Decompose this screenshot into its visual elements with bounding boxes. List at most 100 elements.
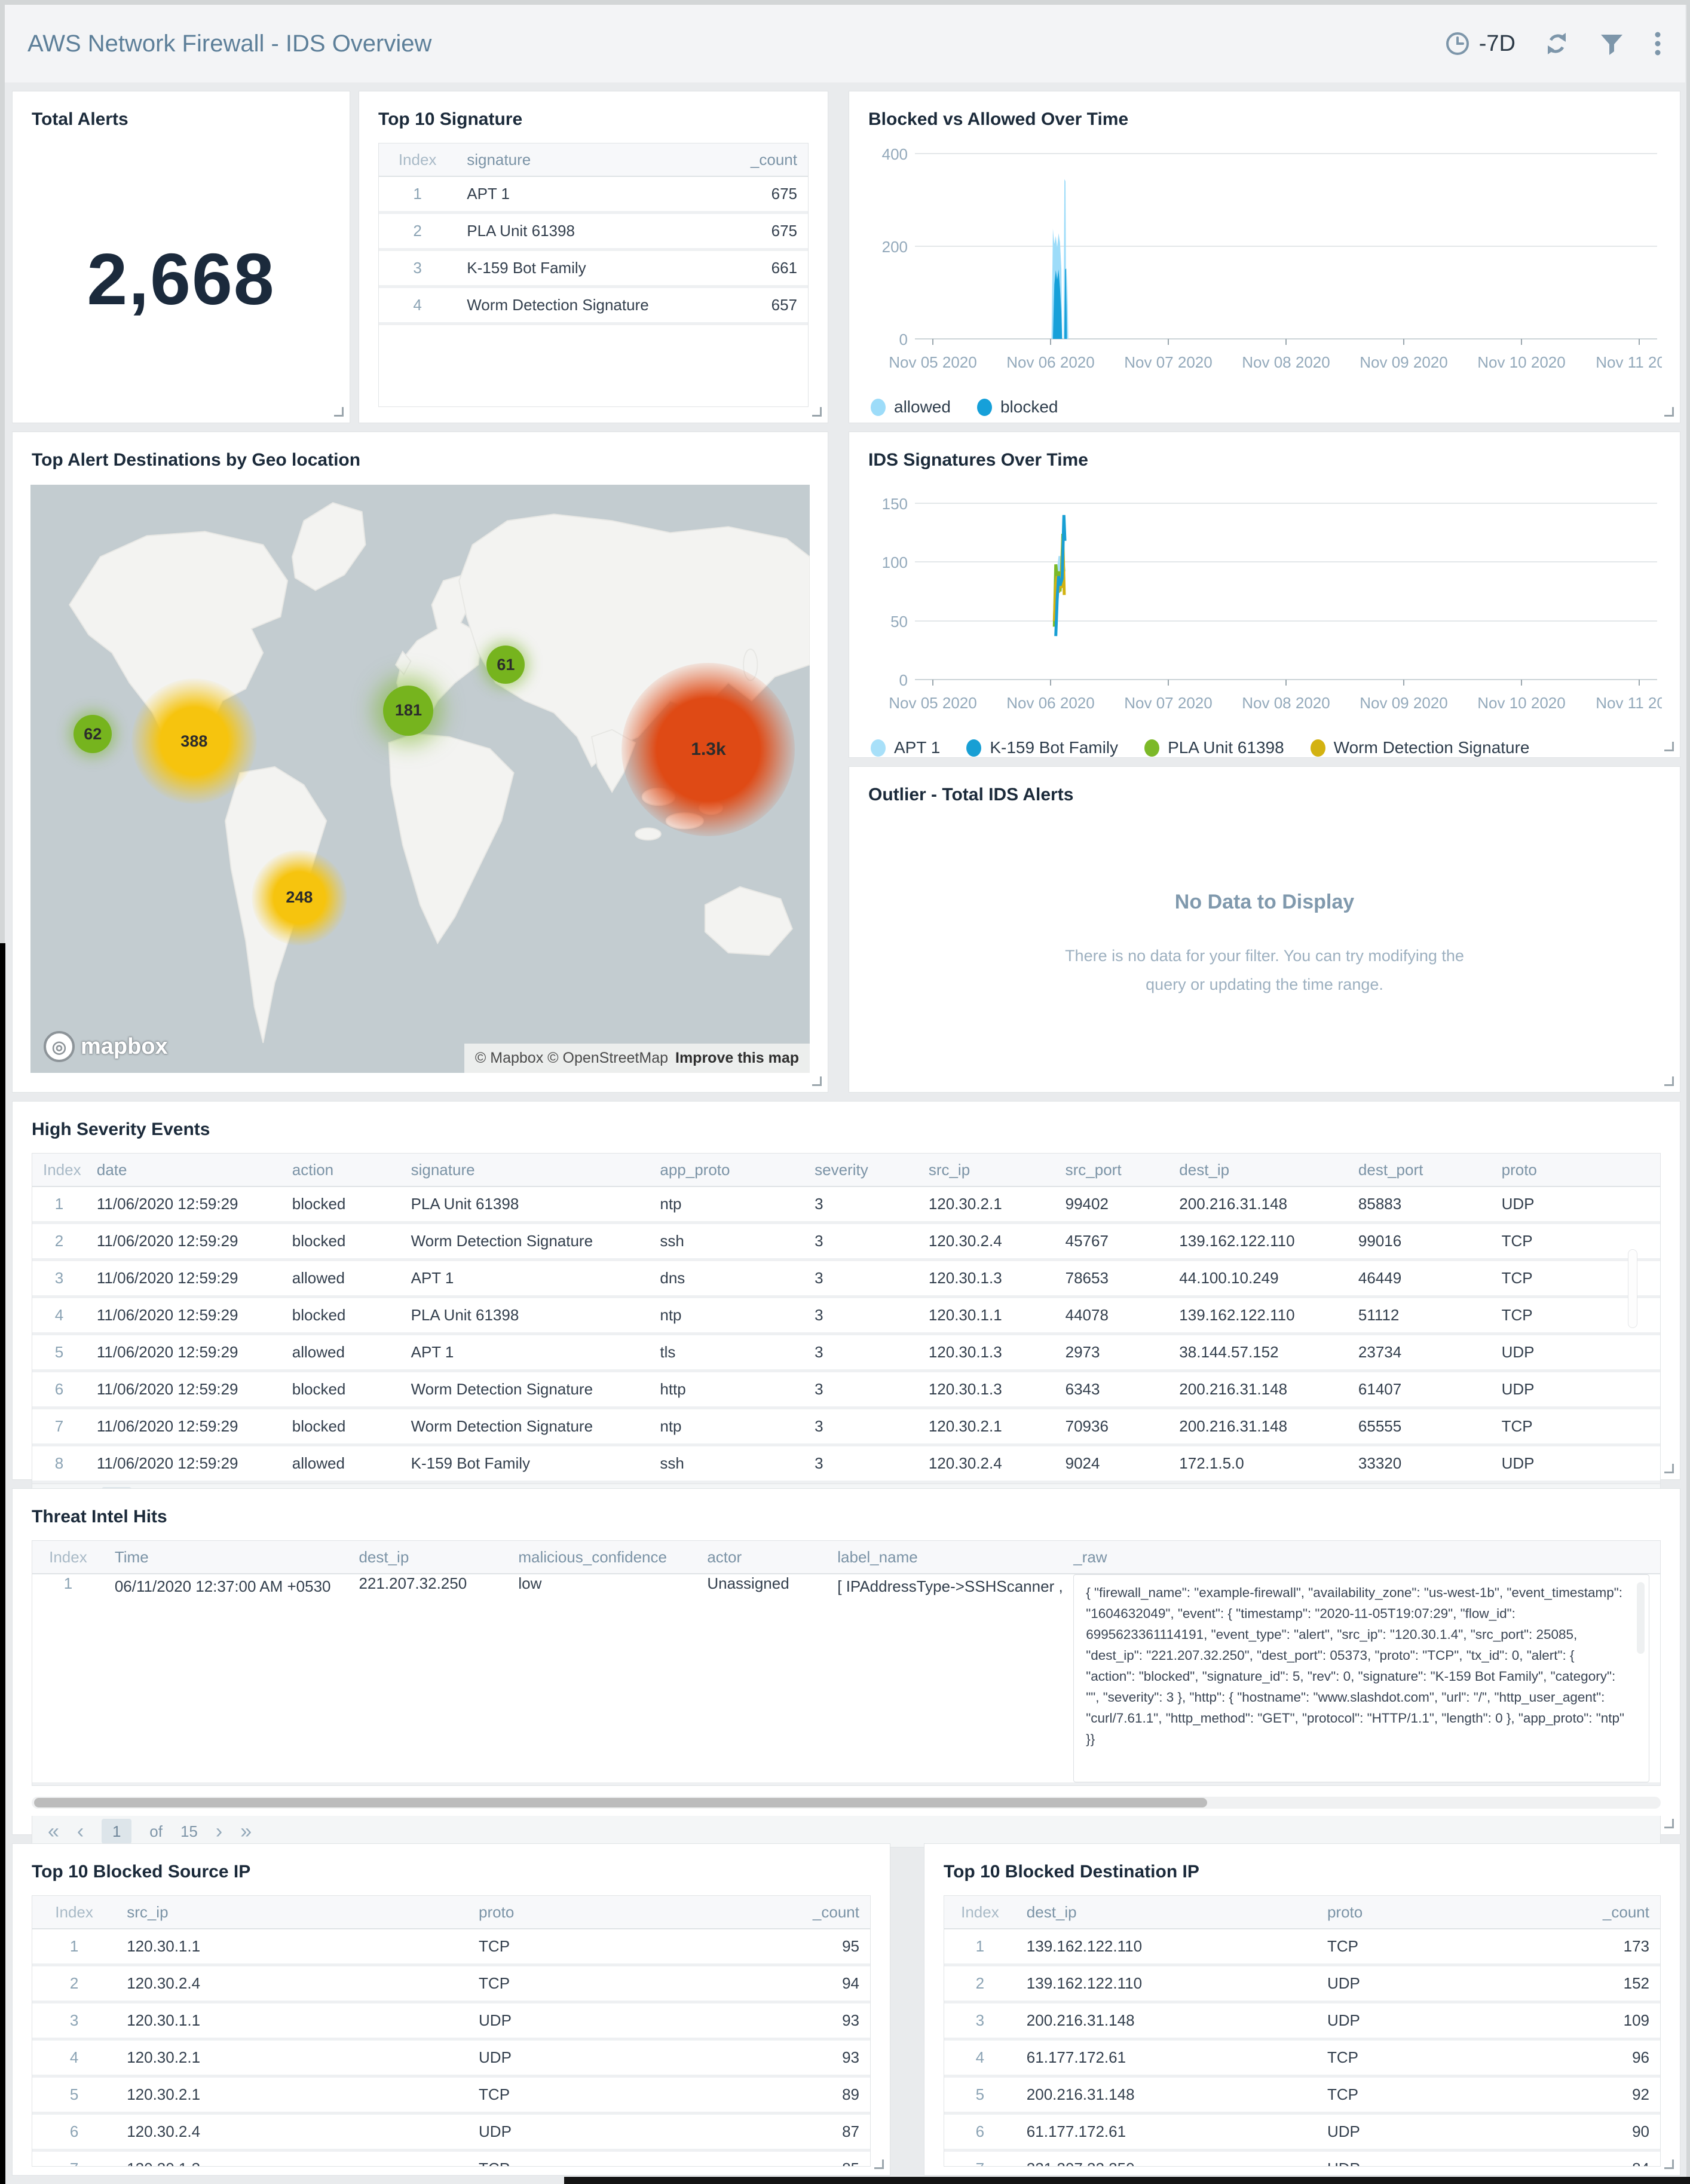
geo-bubble[interactable]: 388	[131, 678, 257, 804]
top-signature-table: Indexsignature_count 1APT 16752PLA Unit …	[379, 143, 808, 325]
world-map[interactable]: 62 388 181 61 1.3k 248 ◎ mapbox © Mapbox…	[30, 485, 810, 1073]
panel-resize-handle[interactable]	[812, 1076, 822, 1086]
filter-icon[interactable]	[1598, 30, 1625, 57]
column-header[interactable]: Index	[32, 1541, 104, 1574]
table-row: 1120.30.1.1TCP95	[32, 1929, 870, 1965]
panel-resize-handle[interactable]	[334, 407, 344, 417]
table-cell: UDP	[1491, 1371, 1660, 1408]
geo-bubble[interactable]: 181	[383, 686, 433, 736]
panel-resize-handle[interactable]	[1664, 742, 1674, 751]
legend-item[interactable]: PLA Unit 61398	[1144, 738, 1284, 757]
column-header[interactable]: src_ip	[918, 1154, 1055, 1186]
panel-resize-handle[interactable]	[1664, 2159, 1674, 2169]
panel-resize-handle[interactable]	[1664, 1819, 1674, 1828]
prev-page-icon[interactable]: ‹	[77, 1820, 84, 1843]
table-row: 1APT 1675	[379, 176, 808, 213]
horizontal-scrollbar-thumb[interactable]	[34, 1798, 1207, 1807]
refresh-icon[interactable]	[1543, 30, 1570, 57]
geo-bubble[interactable]: 248	[252, 850, 347, 946]
column-header[interactable]: dest_ip	[348, 1541, 507, 1574]
column-header[interactable]: _count	[700, 143, 808, 176]
table-cell: PLA Unit 61398	[400, 1186, 650, 1223]
column-header[interactable]: severity	[804, 1154, 918, 1186]
table-cell: blocked	[281, 1223, 400, 1260]
panel-title: Blocked vs Allowed Over Time	[849, 91, 1680, 136]
table-cell: 84	[1560, 2151, 1660, 2167]
column-header[interactable]: malicious_confidence	[507, 1541, 696, 1574]
column-header[interactable]: dest_ip	[1168, 1154, 1348, 1186]
table-cell: 11/06/2020 12:59:29	[86, 1371, 281, 1408]
column-header[interactable]: Index	[379, 143, 456, 176]
left-scroll-edge	[0, 943, 5, 2184]
column-header[interactable]: proto	[1491, 1154, 1660, 1186]
geo-bubble[interactable]: 61	[486, 646, 525, 684]
table-cell: 3	[804, 1334, 918, 1371]
table-cell: 120.30.1.3	[116, 2151, 468, 2167]
panel-resize-handle[interactable]	[1664, 1464, 1674, 1473]
panel-resize-handle[interactable]	[1664, 1076, 1674, 1086]
time-range-value[interactable]: -7D	[1479, 31, 1516, 57]
table-cell: 11/06/2020 12:59:29	[86, 1408, 281, 1445]
table-cell: 85883	[1348, 1186, 1491, 1223]
legend-item[interactable]: APT 1	[871, 738, 940, 757]
column-header[interactable]: date	[86, 1154, 281, 1186]
column-header[interactable]: _count	[753, 1896, 870, 1929]
legend-item[interactable]: allowed	[871, 397, 951, 417]
last-page-icon[interactable]: »	[240, 1820, 252, 1843]
column-header[interactable]: signature	[456, 143, 700, 176]
vertical-scrollbar[interactable]	[1628, 1249, 1637, 1328]
column-header[interactable]: dest_port	[1348, 1154, 1491, 1186]
table-cell: [ IPAddressType->SSHScanner , ThreatType…	[826, 1574, 1063, 1784]
column-header[interactable]: proto	[1317, 1896, 1560, 1929]
panel-resize-handle[interactable]	[812, 407, 822, 417]
column-header[interactable]: dest_ip	[1016, 1896, 1317, 1929]
geo-bubble[interactable]: 62	[74, 715, 112, 753]
horizontal-scrollbar-track[interactable]	[32, 1797, 1661, 1809]
attribution-text[interactable]: © Mapbox © OpenStreetMap	[475, 1050, 668, 1067]
table-cell: 87	[753, 2113, 870, 2151]
raw-cell-scrollbar[interactable]	[1637, 1582, 1645, 1654]
column-header[interactable]: Index	[32, 1896, 116, 1929]
column-header[interactable]: _raw	[1063, 1541, 1660, 1574]
table-cell: 99016	[1348, 1223, 1491, 1260]
bottom-scrollbar[interactable]	[564, 2177, 1690, 2184]
current-page[interactable]: 1	[102, 1819, 131, 1844]
mapbox-logo[interactable]: ◎ mapbox	[44, 1031, 168, 1062]
legend-label: APT 1	[894, 738, 940, 757]
legend-item[interactable]: blocked	[977, 397, 1058, 417]
table-cell: 61.177.172.61	[1016, 2039, 1317, 2076]
next-page-icon[interactable]: ›	[216, 1820, 222, 1843]
column-header[interactable]: Index	[944, 1896, 1016, 1929]
table-cell: 78653	[1055, 1260, 1169, 1297]
table-row: 1 06/11/2020 12:37:00 AM +0530 221.207.3…	[32, 1574, 1660, 1784]
panel-resize-handle[interactable]	[1664, 407, 1674, 417]
table-cell: UDP	[1317, 2113, 1560, 2151]
column-header[interactable]: actor	[696, 1541, 826, 1574]
column-header[interactable]: app_proto	[649, 1154, 804, 1186]
improve-map-link[interactable]: Improve this map	[675, 1050, 799, 1067]
column-header[interactable]: action	[281, 1154, 400, 1186]
first-page-icon[interactable]: «	[48, 1820, 59, 1843]
column-header[interactable]: signature	[400, 1154, 650, 1186]
legend-item[interactable]: K-159 Bot Family	[966, 738, 1118, 757]
column-header[interactable]: _count	[1560, 1896, 1660, 1929]
panel-resize-handle[interactable]	[874, 2159, 884, 2169]
table-cell: 61.177.172.61	[1016, 2113, 1317, 2151]
geo-bubble[interactable]: 1.3k	[621, 663, 795, 836]
column-header[interactable]: src_ip	[116, 1896, 468, 1929]
kebab-menu-icon[interactable]	[1653, 30, 1663, 57]
column-header[interactable]: Time	[104, 1541, 348, 1574]
column-header[interactable]: src_port	[1055, 1154, 1169, 1186]
table-cell: 120.30.1.3	[918, 1334, 1055, 1371]
clock-icon[interactable]	[1444, 30, 1471, 57]
legend-item[interactable]: Worm Detection Signature	[1311, 738, 1530, 757]
raw-log-cell[interactable]: { "firewall_name": "example-firewall", "…	[1073, 1574, 1649, 1782]
column-header[interactable]: label_name	[826, 1541, 1063, 1574]
panel-title: Top Alert Destinations by Geo location	[13, 432, 828, 476]
column-header[interactable]: proto	[468, 1896, 753, 1929]
table-cell: ntp	[649, 1186, 804, 1223]
table-cell: 44078	[1055, 1297, 1169, 1334]
panel-title: Outlier - Total IDS Alerts	[849, 767, 1680, 811]
column-header[interactable]: Index	[32, 1154, 86, 1186]
table-cell: UDP	[1491, 1186, 1660, 1223]
